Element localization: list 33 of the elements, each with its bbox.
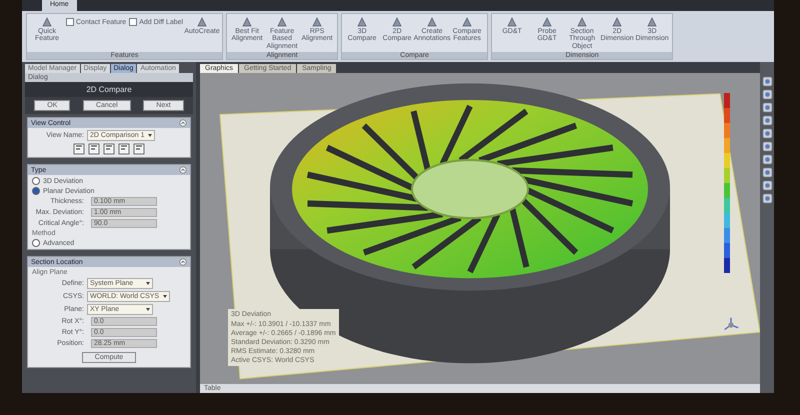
tool-icon xyxy=(391,16,404,28)
toolbar-icon[interactable] xyxy=(762,89,772,100)
toolbar-icon[interactable] xyxy=(762,76,772,88)
view-icon[interactable] xyxy=(118,143,130,156)
collapse-icon[interactable] xyxy=(179,258,187,266)
tool-icon xyxy=(241,16,254,28)
tool-icon xyxy=(196,16,208,28)
toolbar-icon[interactable] xyxy=(762,180,772,192)
collapse-icon[interactable] xyxy=(179,166,187,174)
tool-icon xyxy=(461,16,474,28)
tool-icon xyxy=(356,16,368,28)
toolbar-icon[interactable] xyxy=(762,102,772,114)
dialog-title: 2D Compare xyxy=(25,82,193,98)
tool-icon xyxy=(426,16,438,28)
toolbar-icon[interactable] xyxy=(762,193,772,204)
tool-icon xyxy=(611,16,624,28)
tool-icon xyxy=(276,16,288,28)
toolbar-icon[interactable] xyxy=(762,141,772,152)
tool-icon xyxy=(311,16,324,28)
tool-icon xyxy=(541,16,554,28)
view-icon[interactable] xyxy=(73,143,85,156)
tool-icon xyxy=(506,16,518,28)
tool-icon xyxy=(41,16,53,28)
tool-icon xyxy=(646,16,658,28)
view-icon[interactable] xyxy=(103,143,115,156)
view-icon[interactable] xyxy=(88,143,100,156)
tool-icon xyxy=(576,16,588,28)
toolbar-icon[interactable] xyxy=(762,167,772,178)
toolbar-icon[interactable] xyxy=(762,154,772,166)
view-icon[interactable] xyxy=(133,143,145,156)
toolbar-icon[interactable] xyxy=(762,128,772,140)
collapse-icon[interactable] xyxy=(179,119,187,128)
toolbar-icon[interactable] xyxy=(762,115,772,126)
